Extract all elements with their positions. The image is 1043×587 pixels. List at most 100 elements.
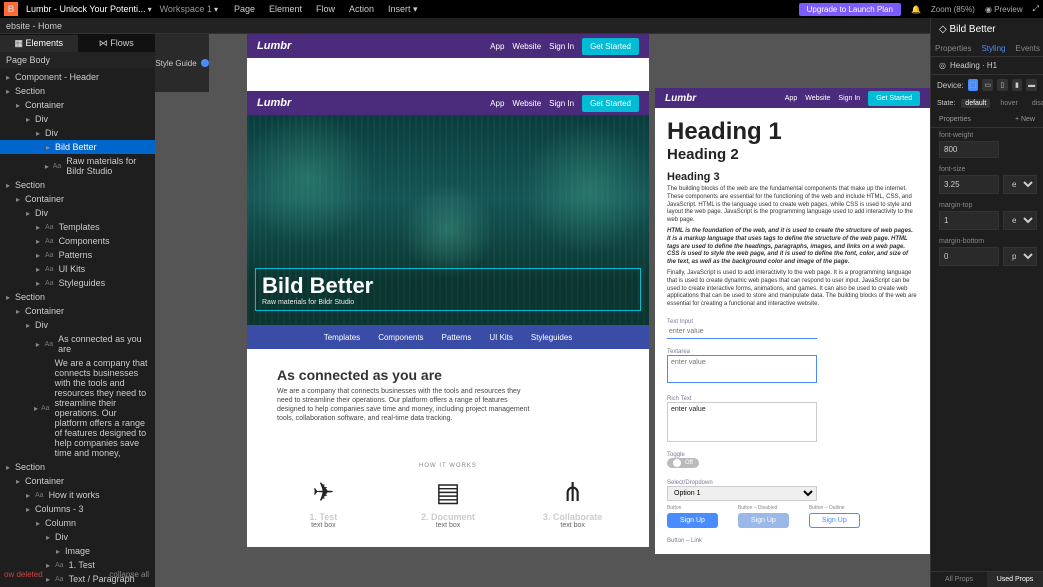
menu-insert[interactable]: Insert ▾ — [388, 4, 418, 15]
new-prop-button[interactable]: + New — [1015, 116, 1035, 123]
tree-node[interactable]: ▸Section — [0, 178, 155, 192]
tree-node[interactable]: ▸Section — [0, 460, 155, 474]
collapse-all-button[interactable]: collapse all — [109, 570, 149, 579]
bell-icon[interactable]: 🔔 — [911, 5, 921, 14]
device-desktop-icon[interactable]: ▭ — [982, 79, 993, 91]
state-default[interactable]: default — [961, 99, 990, 108]
tab-styling[interactable]: Styling — [981, 41, 1005, 56]
get-started-button[interactable]: Get Started — [582, 95, 639, 112]
nav-signin[interactable]: Sign In — [549, 42, 574, 51]
unit-margin-top[interactable]: em — [1003, 211, 1037, 230]
sample-toggle[interactable]: Off — [667, 458, 699, 468]
hero-heading[interactable]: Bild Better — [262, 273, 634, 299]
tree-node[interactable]: ▸Div — [0, 206, 155, 220]
device-mobile-icon[interactable]: ▮ — [1012, 79, 1023, 91]
project-title[interactable]: Lumbr - Unlock Your Potenti... — [26, 4, 146, 14]
get-started-button[interactable]: Get Started — [868, 91, 920, 106]
sample-text-input[interactable] — [667, 325, 817, 339]
nav-components[interactable]: Components — [378, 333, 423, 342]
nav-styleguides[interactable]: Styleguides — [531, 333, 572, 342]
page-body-label[interactable]: Page Body — [0, 52, 155, 68]
nav-patterns[interactable]: Patterns — [442, 333, 472, 342]
input-margin-bottom[interactable] — [939, 247, 999, 266]
nav-uikits[interactable]: UI Kits — [489, 333, 513, 342]
tree-node[interactable]: ▸Column — [0, 516, 155, 530]
tree-node[interactable]: ▸AaAs connected as you are — [0, 332, 155, 356]
hero-section[interactable]: Bild Better Raw materials for Bildr Stud… — [247, 115, 649, 325]
tree-node[interactable]: ▸Section — [0, 290, 155, 304]
preview-frame-styleguide[interactable]: Lumbr App Website Sign In Get Started He… — [655, 88, 930, 554]
hero-title-selected[interactable]: Bild Better Raw materials for Bildr Stud… — [255, 268, 641, 311]
tab-elements[interactable]: ▦ Elements — [0, 35, 78, 52]
tree-node[interactable]: ▸AaHow it works — [0, 488, 155, 502]
tree-node[interactable]: ▸AaComponents — [0, 234, 155, 248]
menu-element[interactable]: Element — [269, 4, 302, 15]
tree-node[interactable]: ▸Div — [0, 318, 155, 332]
upgrade-button[interactable]: Upgrade to Launch Plan — [799, 3, 901, 16]
styleguide-thumb[interactable]: Style Guide — [155, 34, 209, 92]
breadcrumb[interactable]: ebsite - Home — [6, 21, 62, 31]
nav-signin[interactable]: Sign In — [549, 99, 574, 108]
tree-node[interactable]: ▸Container — [0, 304, 155, 318]
input-font-weight[interactable] — [939, 141, 999, 158]
brand-logo[interactable]: Lumbr — [257, 97, 291, 109]
unit-font-size[interactable]: em — [1003, 175, 1037, 194]
chevron-down-icon[interactable]: ▾ — [148, 5, 152, 14]
brand-logo[interactable]: Lumbr — [665, 93, 696, 104]
tree-node[interactable]: ▸Container — [0, 98, 155, 112]
tab-all-props[interactable]: All Props — [931, 572, 987, 587]
sample-select[interactable]: Option 1 — [667, 486, 817, 501]
tree-node[interactable]: ▸AaRaw materials for Bildr Studio — [0, 154, 155, 178]
tab-flows[interactable]: ⋈ Flows — [78, 35, 156, 52]
nav-templates[interactable]: Templates — [324, 333, 360, 342]
input-font-size[interactable] — [939, 175, 999, 194]
device-wide-icon[interactable]: ▬ — [1026, 79, 1037, 91]
zoom-indicator[interactable]: Zoom (85%) — [931, 5, 975, 14]
tree-node[interactable]: ▸AaUI Kits — [0, 262, 155, 276]
menu-action[interactable]: Action — [349, 4, 374, 15]
tree-node[interactable]: ▸AaPatterns — [0, 248, 155, 262]
tree-node[interactable]: ▸Columns - 3 — [0, 502, 155, 516]
element-type-row[interactable]: ◎ Heading · H1 — [931, 57, 1043, 75]
canvas-area[interactable]: Style Guide ↳Website - Home Lumbr App We… — [155, 34, 930, 587]
workspace-selector[interactable]: Workspace 1 — [160, 4, 212, 14]
tree-node[interactable]: ▸Div — [0, 112, 155, 126]
menu-flow[interactable]: Flow — [316, 4, 335, 15]
tab-events[interactable]: Events — [1015, 41, 1039, 56]
tab-properties[interactable]: Properties — [935, 41, 971, 56]
menu-page[interactable]: Page — [234, 4, 255, 15]
nav-website[interactable]: Website — [512, 42, 541, 51]
tree-node[interactable]: ▸Bild Better — [0, 140, 155, 154]
sample-textarea[interactable] — [667, 355, 817, 383]
get-started-button[interactable]: Get Started — [582, 38, 639, 55]
sample-button-solid[interactable]: Sign Up — [667, 513, 718, 528]
tree-node[interactable]: ▸Container — [0, 474, 155, 488]
tree-node[interactable]: ▸AaStyleguides — [0, 276, 155, 290]
preview-button[interactable]: ◉ Preview — [985, 5, 1023, 14]
nav-website[interactable]: Website — [512, 99, 541, 108]
nav-app[interactable]: App — [490, 99, 504, 108]
expand-icon[interactable]: ⤢ — [1033, 4, 1039, 14]
device-all-icon[interactable]: ⬚ — [968, 79, 979, 91]
tree-node[interactable]: ▸Div — [0, 126, 155, 140]
unit-margin-bottom[interactable]: px — [1003, 247, 1037, 266]
state-disabled[interactable]: disabled — [1028, 99, 1043, 108]
device-tablet-icon[interactable]: ▯ — [997, 79, 1008, 91]
tab-used-props[interactable]: Used Props — [987, 572, 1043, 587]
tree-node[interactable]: ▸Container — [0, 192, 155, 206]
nav-app[interactable]: App — [785, 95, 797, 102]
nav-signin[interactable]: Sign In — [838, 95, 860, 102]
input-margin-top[interactable] — [939, 211, 999, 230]
nav-website[interactable]: Website — [805, 95, 830, 102]
state-hover[interactable]: hover — [996, 99, 1022, 108]
sample-richtext[interactable]: enter value — [667, 402, 817, 442]
tree-node[interactable]: ▸Component - Header — [0, 70, 155, 84]
brand-logo[interactable]: Lumbr — [257, 40, 291, 52]
tree-node[interactable]: ▸Image — [0, 544, 155, 558]
tree-node[interactable]: ▸AaTemplates — [0, 220, 155, 234]
tree-node[interactable]: ▸AaWe are a company that connects busine… — [0, 356, 155, 460]
tree-node[interactable]: ▸Div — [0, 530, 155, 544]
nav-app[interactable]: App — [490, 42, 504, 51]
tree-node[interactable]: ▸Section — [0, 84, 155, 98]
chevron-down-icon[interactable]: ▾ — [214, 5, 218, 14]
